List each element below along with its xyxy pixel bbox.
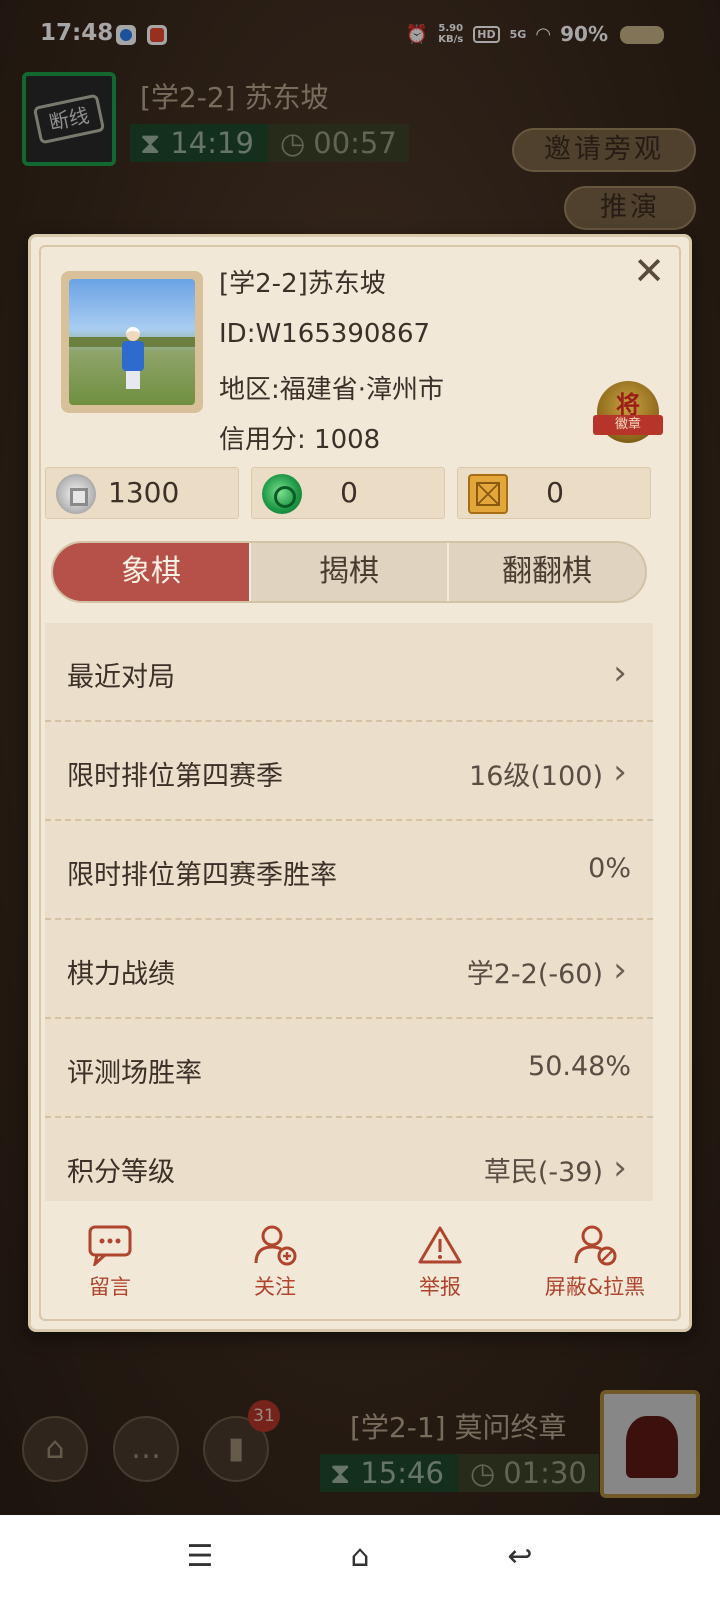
stat-row-points-level[interactable]: 积分等级 草民(-39) › <box>45 1118 653 1201</box>
chevron-right-icon: › <box>613 752 627 792</box>
profile-credit-score: 信用分: 1008 <box>219 425 381 455</box>
photo-child <box>121 327 145 389</box>
medal-icon[interactable]: 将 徽章 <box>593 381 663 443</box>
stat-row-season-winrate: 限时排位第四赛季胜率 0% <box>45 821 653 920</box>
profile-name: [学2-2]苏东坡 <box>219 269 386 299</box>
chevron-right-icon: › <box>613 950 627 990</box>
menu-icon[interactable]: ☰ <box>180 1539 220 1575</box>
message-label: 留言 <box>89 1275 131 1299</box>
stat-label: 限时排位第四赛季 <box>67 761 283 792</box>
stat-label: 积分等级 <box>67 1157 175 1188</box>
silver-coin-value: 1300 <box>108 476 180 509</box>
stat-label: 限时排位第四赛季胜率 <box>67 860 337 891</box>
chessboard-balance: 0 <box>457 467 651 519</box>
stats-list[interactable]: 最近对局 › 限时排位第四赛季 16级(100) › 限时排位第四赛季胜率 0%… <box>45 623 653 1201</box>
chevron-right-icon: › <box>613 1148 627 1188</box>
system-nav-bar: ☰ ⌂ ↩ <box>0 1515 720 1600</box>
photo-child-legs <box>126 371 140 389</box>
stat-value: 50.48% <box>528 1051 631 1082</box>
follow-icon <box>210 1219 340 1271</box>
stat-value: 0% <box>588 853 631 884</box>
report-button[interactable]: 举报 <box>375 1219 505 1301</box>
follow-button[interactable]: 关注 <box>210 1219 340 1301</box>
stat-row-recent-games[interactable]: 最近对局 › <box>45 623 653 722</box>
photo-child-body <box>122 341 144 371</box>
block-user-icon <box>535 1219 655 1271</box>
profile-actions: 留言 关注 举报 屏蔽&拉黑 <box>45 1219 653 1309</box>
jade-balance: 0 <box>251 467 445 519</box>
profile-avatar[interactable] <box>61 271 203 413</box>
stat-row-skill-record[interactable]: 棋力战绩 学2-2(-60) › <box>45 920 653 1019</box>
stat-label: 最近对局 <box>67 662 175 693</box>
stat-label: 评测场胜率 <box>67 1058 202 1089</box>
profile-region: 地区:福建省·漳州市 <box>219 375 445 405</box>
chevron-right-icon: › <box>613 653 627 693</box>
tab-jieqi[interactable]: 揭棋 <box>251 543 449 601</box>
silver-coin-icon <box>56 474 96 514</box>
profile-id: ID:W165390867 <box>219 319 431 349</box>
medal-ribbon: 徽章 <box>593 415 663 435</box>
back-icon[interactable]: ↩ <box>500 1539 540 1575</box>
report-label: 举报 <box>419 1275 461 1299</box>
follow-label: 关注 <box>254 1275 296 1299</box>
stat-row-season-rank[interactable]: 限时排位第四赛季 16级(100) › <box>45 722 653 821</box>
silver-coin-balance: 1300 <box>45 467 239 519</box>
stat-value: 草民(-39) <box>483 1157 603 1188</box>
jade-value: 0 <box>340 476 358 509</box>
game-type-tabs: 象棋 揭棋 翻翻棋 <box>51 541 647 603</box>
message-icon <box>45 1219 175 1271</box>
message-button[interactable]: 留言 <box>45 1219 175 1301</box>
tab-xiangqi[interactable]: 象棋 <box>53 543 251 601</box>
warning-icon <box>375 1219 505 1271</box>
avatar-photo <box>69 279 195 405</box>
tab-fanfanqi[interactable]: 翻翻棋 <box>449 543 645 601</box>
photo-child-head <box>126 327 140 341</box>
stat-row-eval-winrate: 评测场胜率 50.48% <box>45 1019 653 1118</box>
stat-value: 学2-2(-60) <box>466 959 603 990</box>
block-label: 屏蔽&拉黑 <box>544 1275 646 1299</box>
close-icon[interactable]: ✕ <box>629 251 669 291</box>
stat-label: 棋力战绩 <box>67 959 175 990</box>
stat-value: 16级(100) <box>469 761 603 792</box>
block-button[interactable]: 屏蔽&拉黑 <box>535 1219 655 1301</box>
profile-dialog: ✕ [学2-2]苏东坡 ID:W165390867 地区:福建省·漳州市 信用分… <box>28 234 692 1332</box>
home-icon[interactable]: ⌂ <box>340 1539 380 1575</box>
chessboard-value: 0 <box>546 476 564 509</box>
